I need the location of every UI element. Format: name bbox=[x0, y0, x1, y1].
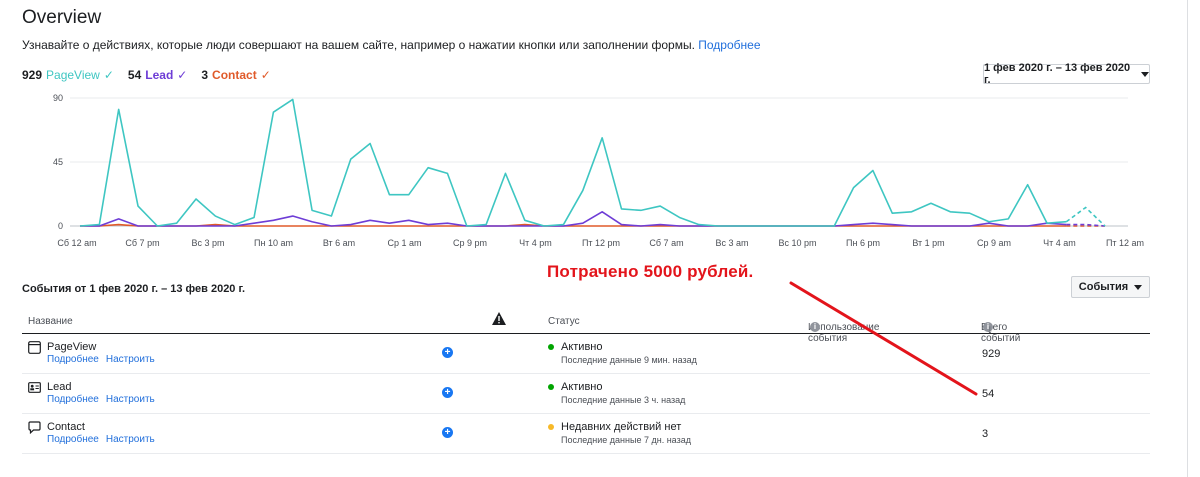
x-tick-label: Вт 6 am bbox=[323, 238, 355, 248]
learn-more-link[interactable]: Подробнее bbox=[698, 38, 760, 52]
legend-item-lead[interactable]: 54 Lead ✓ bbox=[128, 68, 187, 82]
event-total: 54 bbox=[982, 388, 995, 400]
x-tick-label: Вт 1 pm bbox=[912, 238, 944, 248]
overview-page: Overview Узнавайте о действиях, которые … bbox=[0, 0, 1200, 477]
status-dot bbox=[548, 424, 554, 430]
date-range-dropdown[interactable]: 1 фев 2020 г. – 13 фев 2020 г. bbox=[983, 62, 1150, 86]
page-divider bbox=[1187, 0, 1188, 477]
page-icon bbox=[28, 341, 41, 354]
x-tick-label: Ср 1 am bbox=[387, 238, 421, 248]
check-icon: ✓ bbox=[103, 68, 114, 82]
x-tick-label: Ср 9 pm bbox=[453, 238, 487, 248]
x-tick-label: Сб 7 pm bbox=[125, 238, 159, 248]
legend-item-contact[interactable]: 3 Contact ✓ bbox=[201, 68, 270, 82]
event-status: Недавних действий нет bbox=[561, 421, 682, 433]
page-subtitle: Узнавайте о действиях, которые люди сове… bbox=[22, 38, 761, 52]
event-more-link[interactable]: Подробнее bbox=[47, 354, 99, 365]
event-name: Lead bbox=[47, 381, 72, 393]
events-button-label: События bbox=[1078, 281, 1129, 293]
event-total: 3 bbox=[982, 428, 989, 440]
x-tick-label: Пн 6 pm bbox=[846, 238, 880, 248]
check-icon: ✓ bbox=[177, 68, 188, 82]
info-icon[interactable]: i bbox=[810, 322, 820, 332]
legend-count: 929 bbox=[22, 68, 43, 82]
event-links: Подробнее Настроить bbox=[47, 354, 155, 365]
subtitle-text: Узнавайте о действиях, которые люди сове… bbox=[22, 38, 695, 52]
add-icon[interactable]: + bbox=[442, 347, 453, 358]
x-tick-label: Пт 12 pm bbox=[582, 238, 620, 248]
chat-bubble-icon bbox=[28, 421, 41, 434]
column-header-status: Статус bbox=[548, 316, 580, 327]
warning-icon[interactable] bbox=[492, 312, 506, 328]
x-tick-label: Чт 4 am bbox=[1043, 238, 1076, 248]
add-icon[interactable]: + bbox=[442, 427, 453, 438]
chevron-down-icon bbox=[1141, 71, 1149, 77]
y-tick-label: 45 bbox=[53, 157, 63, 167]
events-heading: События от 1 фев 2020 г. – 13 фев 2020 г… bbox=[22, 283, 246, 295]
table-row: PageView Подробнее Настроить + Активно П… bbox=[22, 334, 1150, 374]
date-range-label: 1 фев 2020 г. – 13 фев 2020 г. bbox=[984, 62, 1131, 86]
event-status-detail: Последние данные 3 ч. назад bbox=[561, 395, 686, 405]
y-tick-label: 0 bbox=[58, 221, 63, 231]
column-header-name: Название bbox=[28, 316, 73, 327]
status-dot bbox=[548, 344, 554, 350]
add-icon[interactable]: + bbox=[442, 387, 453, 398]
x-tick-label: Вс 3 am bbox=[715, 238, 748, 248]
status-dot bbox=[548, 384, 554, 390]
events-table: Название Статус Использование события i В… bbox=[22, 310, 1150, 454]
legend-count: 54 bbox=[127, 68, 142, 82]
series-line-pageview-projected bbox=[1065, 206, 1106, 227]
series-line-pageview bbox=[79, 98, 1067, 227]
x-tick-label: Сб 7 am bbox=[649, 238, 683, 248]
x-tick-label: Ср 9 am bbox=[977, 238, 1011, 248]
event-more-link[interactable]: Подробнее bbox=[47, 394, 99, 405]
event-total: 929 bbox=[982, 348, 1001, 360]
legend-label: PageView bbox=[46, 68, 100, 82]
event-setup-link[interactable]: Настроить bbox=[106, 434, 155, 445]
x-tick-label: Вс 3 pm bbox=[191, 238, 224, 248]
x-tick-label: Пн 10 am bbox=[254, 238, 293, 248]
events-dropdown-button[interactable]: События bbox=[1071, 276, 1150, 298]
event-name: Contact bbox=[47, 421, 85, 433]
events-line-chart: 0 45 90 Сб 12 am Сб 7 pm Вс 3 pm Пн 10 am Вт 6 … bbox=[53, 93, 1144, 248]
legend-label: Contact bbox=[212, 68, 257, 82]
x-tick-label: Сб 12 am bbox=[57, 238, 96, 248]
x-tick-label: Чт 4 pm bbox=[519, 238, 552, 248]
event-links: Подробнее Настроить bbox=[47, 434, 155, 445]
event-setup-link[interactable]: Настроить bbox=[106, 354, 155, 365]
check-icon: ✓ bbox=[260, 68, 271, 82]
page-title: Overview bbox=[22, 7, 102, 28]
chevron-down-icon bbox=[1134, 284, 1143, 290]
event-status: Активно bbox=[561, 381, 603, 393]
event-links: Подробнее Настроить bbox=[47, 394, 155, 405]
event-name: PageView bbox=[47, 341, 97, 353]
event-more-link[interactable]: Подробнее bbox=[47, 434, 99, 445]
event-status-detail: Последние данные 9 мин. назад bbox=[561, 355, 697, 365]
table-row: Contact Подробнее Настроить + Недавних д… bbox=[22, 414, 1150, 454]
event-setup-link[interactable]: Настроить bbox=[106, 394, 155, 405]
legend-item-pageview[interactable]: 929 PageView ✓ bbox=[22, 68, 114, 82]
annotation-text: Потрачено 5000 рублей. bbox=[547, 262, 754, 281]
x-tick-label: Вс 10 pm bbox=[778, 238, 816, 248]
y-tick-label: 90 bbox=[53, 93, 63, 103]
legend-label: Lead bbox=[145, 68, 174, 82]
event-status-detail: Последние данные 7 дн. назад bbox=[561, 435, 691, 445]
event-status: Активно bbox=[561, 341, 603, 353]
table-header: Название Статус Использование события i В… bbox=[22, 310, 1150, 344]
chart-legend: 929 PageView ✓ 54 Lead ✓ 3 Contact ✓ bbox=[22, 68, 271, 82]
x-tick-label: Пт 12 am bbox=[1106, 238, 1144, 248]
legend-count: 3 bbox=[201, 68, 209, 82]
table-row: Lead Подробнее Настроить + Активно После… bbox=[22, 374, 1150, 414]
contact-card-icon bbox=[28, 382, 41, 393]
series-line-lead bbox=[80, 210, 1067, 227]
